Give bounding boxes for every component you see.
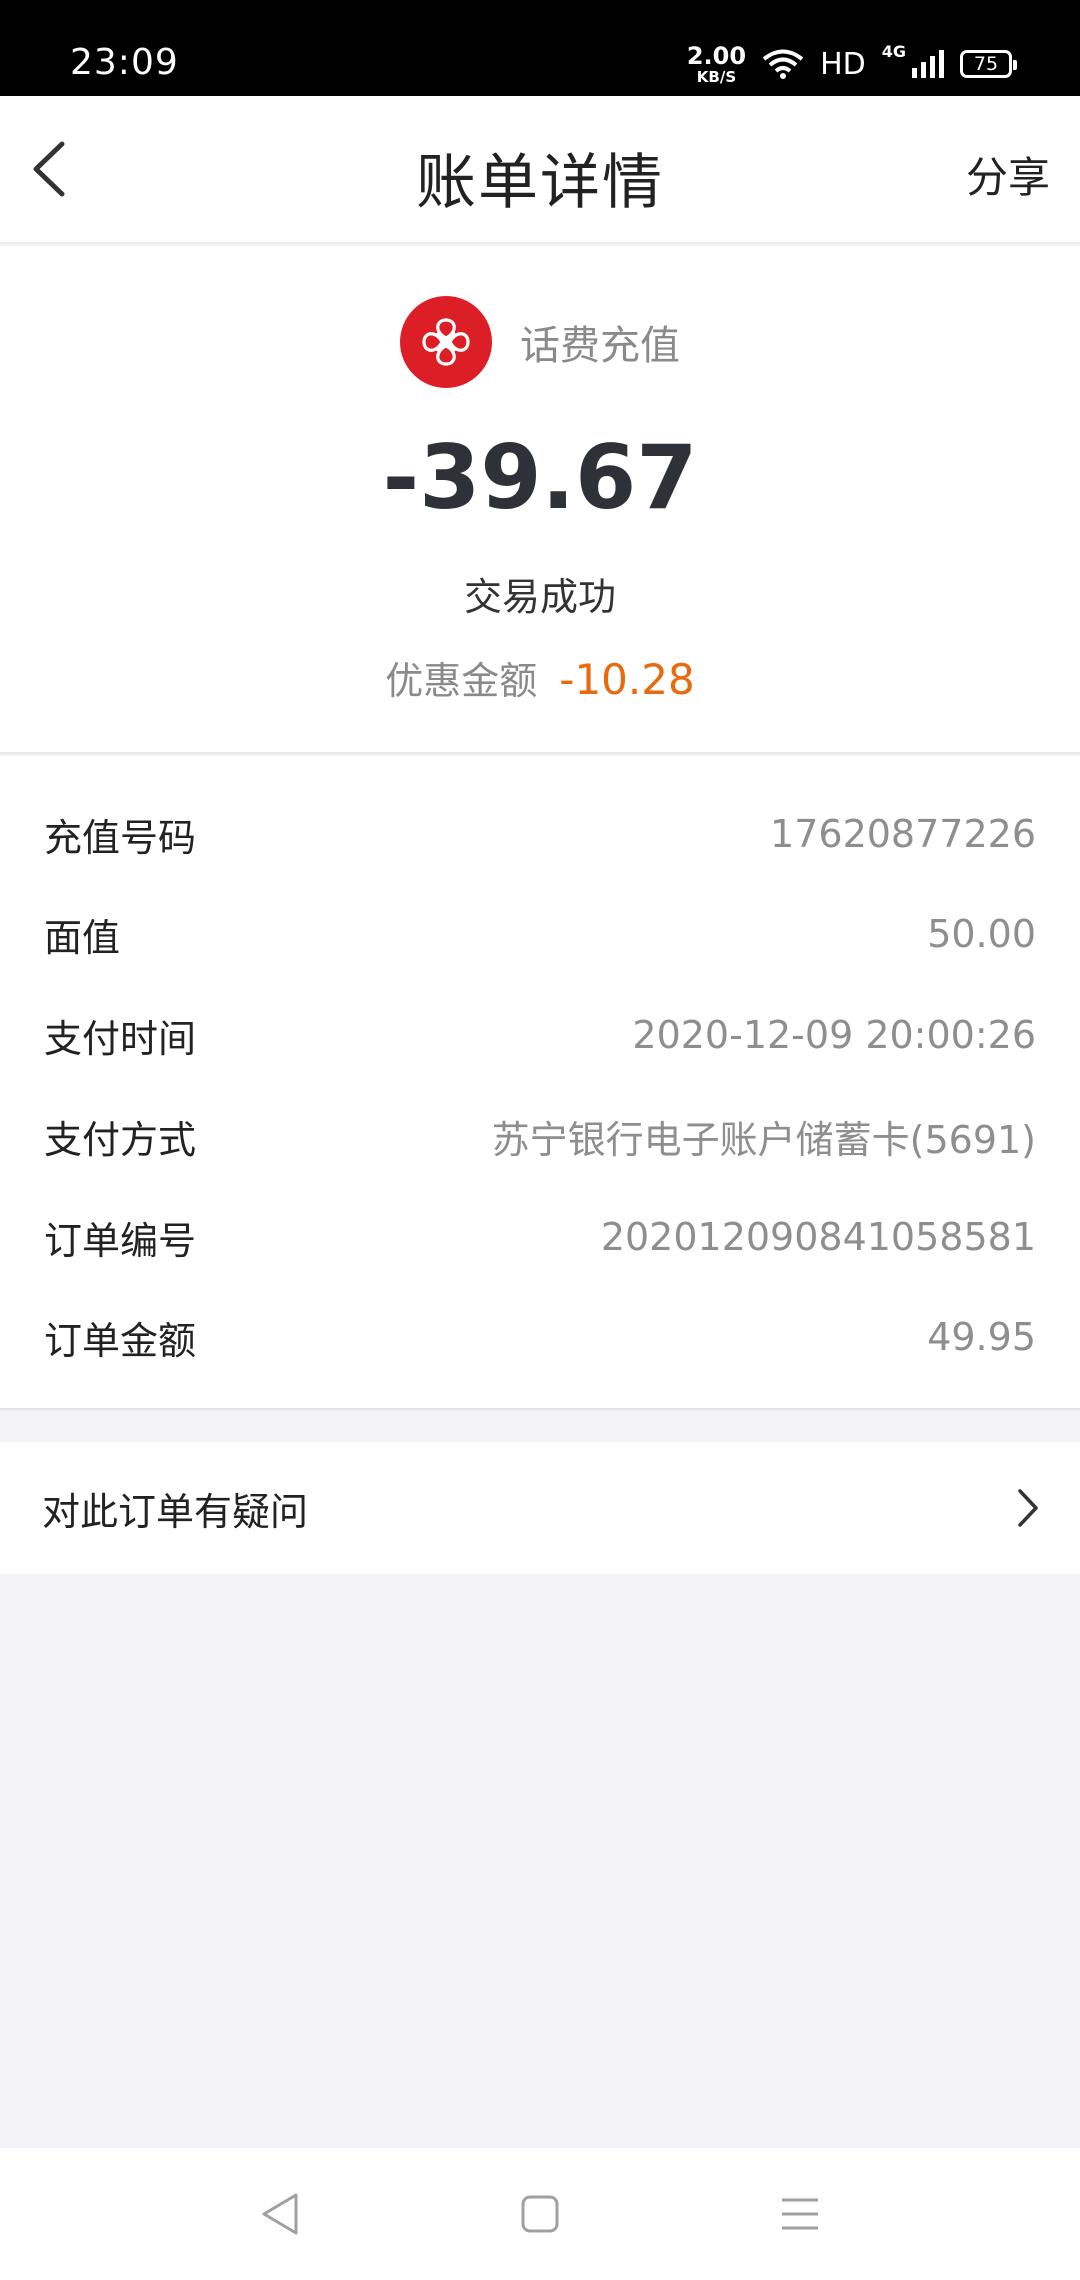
net-speed-value: 2.00 [686,41,747,70]
detail-value: 苏宁银行电子账户储蓄卡(5691) [491,1117,1036,1162]
header: 账单详情 分享 [0,96,1080,244]
discount-label: 优惠金额 [385,659,538,703]
detail-row-face-value: 面值 50.00 [44,884,1036,984]
detail-row-payment-method: 支付方式 苏宁银行电子账户储蓄卡(5691) [44,1086,1036,1186]
detail-label: 订单金额 [44,1318,197,1363]
detail-row-order-amount: 订单金额 49.95 [44,1287,1036,1387]
china-unicom-logo-icon [400,296,492,388]
detail-label: 订单编号 [44,1218,197,1263]
status-bar: 23:09 2.00 KB/S HD 4G 75 [0,0,1080,96]
page-title: 账单详情 [416,148,664,218]
discount-row: 优惠金额 -10.28 [0,650,1080,705]
discount-value: -10.28 [559,655,695,704]
detail-row-recharge-number: 充值号码 17620877226 [44,784,1036,884]
detail-label: 充值号码 [44,815,197,860]
battery-icon: 75 [960,50,1017,78]
detail-label: 面值 [44,915,121,960]
system-back-button[interactable] [250,2184,310,2244]
transaction-amount: -39.67 [382,426,698,529]
back-triangle-icon [262,2193,298,2235]
system-navigation-bar [0,2148,1080,2280]
status-icons: 2.00 KB/S HD 4G 75 [687,42,1017,86]
detail-label: 支付时间 [44,1016,197,1061]
detail-row-order-number: 订单编号 202012090841058581 [44,1187,1036,1287]
detail-value: 50.00 [927,912,1036,956]
system-home-button[interactable] [510,2184,570,2244]
merchant-row: 话费充值 [0,296,1080,388]
home-square-icon [521,2195,559,2233]
net-speed-unit: KB/S [696,67,737,86]
menu-lines-icon [782,2198,818,2230]
hd-label: HD [820,46,866,82]
detail-value: 49.95 [927,1315,1036,1359]
network-type: 4G [881,42,906,61]
system-menu-button[interactable] [770,2184,830,2244]
merchant-name: 话费充值 [520,323,680,369]
transaction-summary: 话费充值 -39.67 交易成功 优惠金额 -10.28 [0,246,1080,754]
transaction-status: 交易成功 [463,575,616,619]
detail-label: 支付方式 [44,1117,197,1162]
order-details: 充值号码 17620877226 面值 50.00 支付时间 2020-12-0… [0,756,1080,1410]
signal-icon [912,50,944,78]
order-question-label: 对此订单有疑问 [42,1489,309,1534]
status-time: 23:09 [70,42,179,83]
wifi-icon [762,49,804,79]
detail-value: 17620877226 [770,812,1036,856]
net-speed: 2.00 KB/S [687,44,746,85]
detail-value: 202012090841058581 [600,1215,1036,1259]
battery-level: 75 [973,53,999,75]
detail-value: 2020-12-09 20:00:26 [632,1013,1036,1057]
share-button[interactable]: 分享 [966,144,1050,205]
chevron-right-icon [1018,1489,1038,1527]
order-question-row[interactable]: 对此订单有疑问 [0,1442,1080,1574]
detail-row-payment-time: 支付时间 2020-12-09 20:00:26 [44,985,1036,1085]
